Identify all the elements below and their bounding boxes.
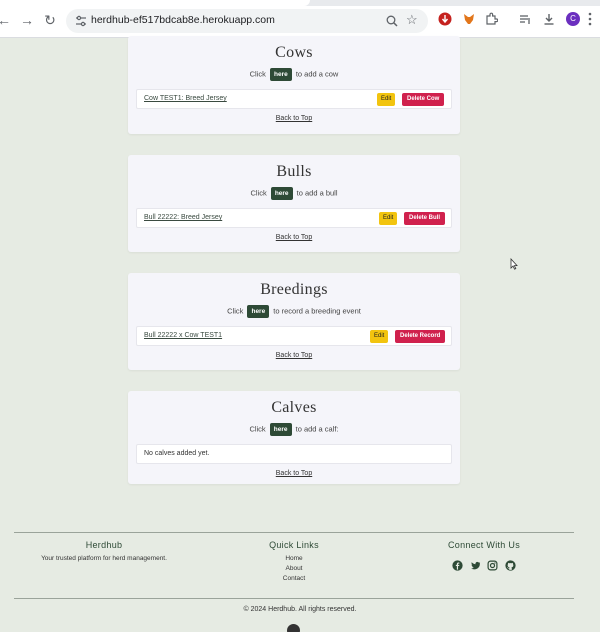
calves-card: Calves Click here to add a calf: No calv… bbox=[128, 391, 460, 484]
bulls-add-prompt: Click here to add a bull bbox=[128, 187, 460, 200]
url-text[interactable]: herdhub-ef517bdcab8e.herokuapp.com bbox=[91, 14, 275, 26]
breedings-add-prompt: Click here to record a breeding event bbox=[128, 305, 460, 318]
calves-title: Calves bbox=[271, 399, 317, 416]
download-icon[interactable] bbox=[542, 12, 556, 26]
bulls-back-to-top-link[interactable]: Back to Top bbox=[128, 234, 460, 241]
extensions-puzzle-icon[interactable] bbox=[484, 12, 498, 26]
delete-breeding-record-button[interactable]: Delete Record bbox=[395, 330, 446, 343]
bookmark-star-icon[interactable]: ☆ bbox=[406, 13, 418, 27]
footer-connect: Connect With Us bbox=[424, 540, 544, 573]
tab-strip bbox=[0, 0, 600, 6]
cow-item-link[interactable]: Cow TEST1: Breed Jersey bbox=[144, 95, 227, 102]
reading-list-icon[interactable] bbox=[518, 12, 532, 26]
address-bar[interactable]: herdhub-ef517bdcab8e.herokuapp.com ☆ bbox=[66, 9, 428, 33]
cows-back-to-top-link[interactable]: Back to Top bbox=[128, 115, 460, 122]
breedings-title: Breedings bbox=[260, 281, 328, 298]
metamask-fox-icon[interactable] bbox=[462, 12, 476, 26]
footer-brand: Herdhub Your trusted platform for herd m… bbox=[14, 540, 194, 562]
footer-brand-title: Herdhub bbox=[85, 540, 123, 550]
delete-cow-button[interactable]: Delete Cow bbox=[402, 93, 445, 106]
github-octocat-icon[interactable] bbox=[287, 624, 300, 632]
footer-link-contact[interactable]: Contact bbox=[244, 575, 344, 582]
add-breeding-here-button[interactable]: here bbox=[247, 305, 270, 318]
facebook-icon[interactable] bbox=[452, 558, 463, 571]
back-icon[interactable]: ← bbox=[0, 12, 12, 28]
bull-list-item: Bull 22222: Breed Jersey Edit Delete Bul… bbox=[136, 208, 452, 228]
twitter-icon[interactable] bbox=[470, 558, 481, 570]
cows-title: Cows bbox=[275, 44, 313, 61]
add-calf-here-button[interactable]: here bbox=[269, 423, 292, 436]
footer-tagline: Your trusted platform for herd managemen… bbox=[41, 555, 167, 562]
cows-card: Cows Click here to add a cow Cow TEST1: … bbox=[128, 36, 460, 134]
bulls-card: Bulls Click here to add a bull Bull 2222… bbox=[128, 155, 460, 252]
mouse-cursor-icon bbox=[510, 258, 518, 270]
breeding-list-item: Bull 22222 x Cow TEST1 Edit Delete Recor… bbox=[136, 326, 452, 346]
connect-title: Connect With Us bbox=[447, 540, 521, 550]
cow-list-item: Cow TEST1: Breed Jersey Edit Delete Cow bbox=[136, 89, 452, 109]
site-info-icon[interactable] bbox=[74, 14, 88, 28]
calves-empty-row: No calves added yet. bbox=[136, 444, 452, 464]
copyright-text: © 2024 Herdhub. All rights reserved. bbox=[243, 606, 357, 613]
edit-breeding-button[interactable]: Edit bbox=[370, 330, 389, 343]
reload-icon[interactable]: ↻ bbox=[42, 12, 58, 28]
browser-toolbar: ← → ↻ herdhub-ef517bdcab8e.herokuapp.com… bbox=[0, 0, 600, 38]
add-bull-here-button[interactable]: here bbox=[270, 187, 293, 200]
more-menu-icon[interactable] bbox=[588, 11, 592, 27]
instagram-icon[interactable] bbox=[487, 558, 498, 571]
breedings-back-to-top-link[interactable]: Back to Top bbox=[128, 352, 460, 359]
footer-quick-links: Quick Links Home About Contact bbox=[244, 540, 344, 582]
bulls-title: Bulls bbox=[276, 163, 312, 180]
calves-back-to-top-link[interactable]: Back to Top bbox=[128, 470, 460, 477]
footer-top-divider bbox=[14, 532, 574, 533]
no-calves-message: No calves added yet. bbox=[144, 450, 210, 457]
edit-bull-button[interactable]: Edit bbox=[379, 212, 398, 225]
footer-link-home[interactable]: Home bbox=[244, 555, 344, 562]
footer-bottom-divider bbox=[14, 598, 574, 599]
forward-icon[interactable]: → bbox=[19, 12, 35, 28]
breedings-card: Breedings Click here to record a breedin… bbox=[128, 273, 460, 370]
footer-link-about[interactable]: About bbox=[244, 565, 344, 572]
add-cow-here-button[interactable]: here bbox=[269, 68, 292, 81]
profile-avatar[interactable]: C bbox=[566, 12, 580, 26]
calves-add-prompt: Click here to add a calf: bbox=[128, 423, 460, 436]
quick-links-title: Quick Links bbox=[269, 540, 319, 550]
extension-shield-icon[interactable] bbox=[438, 12, 452, 26]
social-links bbox=[424, 555, 544, 573]
edit-cow-button[interactable]: Edit bbox=[377, 93, 396, 106]
delete-bull-button[interactable]: Delete Bull bbox=[404, 212, 446, 225]
breeding-item-link[interactable]: Bull 22222 x Cow TEST1 bbox=[144, 332, 222, 339]
zoom-icon[interactable] bbox=[385, 14, 399, 28]
cows-add-prompt: Click here to add a cow bbox=[128, 68, 460, 81]
bull-item-link[interactable]: Bull 22222: Breed Jersey bbox=[144, 214, 222, 221]
github-icon[interactable] bbox=[505, 558, 516, 571]
